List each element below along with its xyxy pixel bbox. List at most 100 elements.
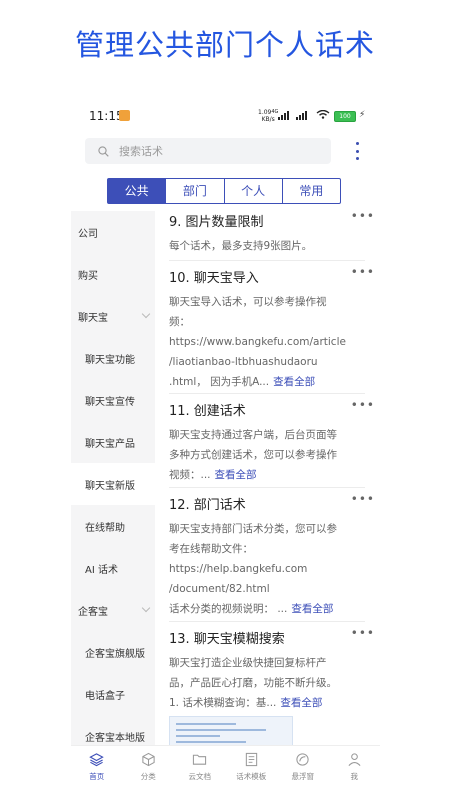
script-list: 9. 图片数量限制 ••• 每个话术，最多支持9张图片。 10. 聊天宝导入 •… bbox=[155, 211, 380, 745]
script-line: 多种方式创建话术，您可以参考操作 bbox=[169, 449, 337, 461]
sidebar-item-label: 企客宝 bbox=[78, 606, 108, 618]
script-card[interactable]: 10. 聊天宝导入 ••• 聊天宝导入话术，可以参考操作视 频： https:/… bbox=[169, 265, 374, 392]
sidebar-item-liaotianbao-promo[interactable]: 聊天宝宣传 bbox=[71, 379, 155, 421]
network-speed-value: 1.09 bbox=[258, 109, 272, 116]
sidebar-item-label: 电话盒子 bbox=[85, 690, 125, 702]
script-line: 话术分类的视频说明： ... bbox=[169, 603, 288, 615]
sidebar-item-label: 企客宝本地版 bbox=[85, 732, 145, 744]
more-icon[interactable]: ••• bbox=[351, 626, 375, 640]
script-line: /liaotianbao-ltbhuashudaoru bbox=[169, 356, 318, 368]
script-line: https://www.bangkefu.com/article bbox=[169, 336, 346, 348]
sidebar-item-company[interactable]: 公司 bbox=[71, 211, 155, 253]
wifi-icon bbox=[316, 110, 330, 119]
script-card[interactable]: 13. 聊天宝模糊搜索 ••• 聊天宝打造企业级快捷回复标杆产 品，产品匠心打磨… bbox=[169, 626, 374, 713]
nav-label: 我 bbox=[350, 772, 359, 781]
script-card[interactable]: 11. 创建话术 ••• 聊天宝支持通过客户端，后台页面等 多种方式创建话术，您… bbox=[169, 398, 374, 485]
script-line: 聊天宝支持部门话术分类，您可以参 bbox=[169, 523, 337, 535]
sidebar-item-label: 购买 bbox=[78, 270, 98, 282]
nav-label: 悬浮窗 bbox=[291, 772, 315, 781]
sidebar-item-qikebao-flagship[interactable]: 企客宝旗舰版 bbox=[71, 631, 155, 673]
script-title: 9. 图片数量限制 bbox=[169, 215, 264, 230]
template-icon bbox=[245, 752, 257, 767]
signal-icon bbox=[278, 111, 289, 120]
view-all-link[interactable]: 查看全部 bbox=[291, 603, 333, 615]
bottom-navigation: 首页 分类 云文档 话术模板 悬浮窗 我 bbox=[71, 745, 380, 790]
sidebar-item-ai-scripts[interactable]: AI 话术 bbox=[71, 547, 155, 589]
nav-label: 云文档 bbox=[188, 772, 212, 781]
nav-me[interactable]: 我 bbox=[329, 746, 381, 790]
script-title: 13. 聊天宝模糊搜索 bbox=[169, 632, 285, 647]
more-icon[interactable]: ••• bbox=[351, 265, 375, 279]
tab-public[interactable]: 公共 bbox=[108, 179, 166, 203]
script-body: 每个话术，最多支持9张图片。 bbox=[169, 236, 365, 256]
nav-category[interactable]: 分类 bbox=[123, 746, 175, 790]
search-bar[interactable] bbox=[85, 138, 331, 164]
nav-templates[interactable]: 话术模板 bbox=[226, 746, 278, 790]
sidebar-item-qikebao[interactable]: 企客宝 bbox=[71, 589, 155, 631]
nav-label: 首页 bbox=[89, 772, 105, 781]
script-body: 聊天宝导入话术，可以参考操作视 频： https://www.bangkefu.… bbox=[169, 292, 365, 392]
nav-float-window[interactable]: 悬浮窗 bbox=[277, 746, 329, 790]
script-line-last: 视频：... 查看全部 bbox=[169, 465, 365, 485]
script-line: .html， 因为手机A... bbox=[169, 376, 270, 388]
script-card[interactable]: 12. 部门话术 ••• 聊天宝支持部门话术分类，您可以参 考在线帮助文件： h… bbox=[169, 492, 374, 619]
status-bar: 11:15 1.094G KB/s 100 ⚡ bbox=[71, 100, 380, 130]
chevron-down-icon bbox=[141, 603, 151, 613]
view-all-link[interactable]: 查看全部 bbox=[215, 469, 257, 481]
sidebar-item-phone-box[interactable]: 电话盒子 bbox=[71, 673, 155, 715]
charging-icon: ⚡ bbox=[359, 110, 366, 120]
tab-department[interactable]: 部门 bbox=[165, 179, 223, 203]
sidebar-item-purchase[interactable]: 购买 bbox=[71, 253, 155, 295]
script-line: 考在线帮助文件： bbox=[169, 543, 253, 555]
script-line: https://help.bangkefu.com bbox=[169, 563, 308, 575]
script-line-last: 1. 话术模糊查询：基... 查看全部 bbox=[169, 693, 365, 713]
more-icon[interactable]: ••• bbox=[351, 398, 375, 412]
nav-home[interactable]: 首页 bbox=[71, 746, 123, 790]
sidebar-item-label: AI 话术 bbox=[85, 564, 118, 576]
view-all-link[interactable]: 查看全部 bbox=[280, 697, 322, 709]
script-card[interactable]: 9. 图片数量限制 ••• 每个话术，最多支持9张图片。 bbox=[169, 211, 374, 256]
battery-icon: 100 bbox=[334, 111, 356, 122]
phone-screen: 11:15 1.094G KB/s 100 ⚡ 公共 部门 个人 常用 公司 购… bbox=[71, 100, 380, 790]
tab-frequent[interactable]: 常用 bbox=[281, 179, 340, 203]
script-title: 11. 创建话术 bbox=[169, 404, 246, 419]
more-icon[interactable]: ••• bbox=[351, 211, 375, 223]
script-line: 频： bbox=[169, 316, 190, 328]
sidebar-item-label: 公司 bbox=[78, 228, 98, 240]
divider bbox=[169, 621, 365, 622]
sidebar-item-liaotianbao[interactable]: 聊天宝 bbox=[71, 295, 155, 337]
category-sidebar: 公司 购买 聊天宝 聊天宝功能 聊天宝宣传 聊天宝产品 聊天宝新版 在线帮助 A… bbox=[71, 211, 155, 745]
network-speed-unit: KB/s bbox=[261, 116, 275, 123]
nav-label: 话术模板 bbox=[236, 772, 267, 781]
app-notification-icon bbox=[119, 110, 130, 121]
tab-personal[interactable]: 个人 bbox=[223, 179, 282, 203]
nav-cloud-docs[interactable]: 云文档 bbox=[174, 746, 226, 790]
divider bbox=[169, 393, 365, 394]
script-line: /document/82.html bbox=[169, 583, 270, 595]
sidebar-item-label: 在线帮助 bbox=[85, 522, 125, 534]
folder-icon bbox=[193, 754, 207, 765]
script-body: 聊天宝支持部门话术分类，您可以参 考在线帮助文件： https://help.b… bbox=[169, 519, 365, 619]
sidebar-item-qikebao-local[interactable]: 企客宝本地版 bbox=[71, 715, 155, 745]
more-icon[interactable]: ••• bbox=[351, 492, 375, 506]
sidebar-item-online-help[interactable]: 在线帮助 bbox=[71, 505, 155, 547]
sidebar-item-liaotianbao-products[interactable]: 聊天宝产品 bbox=[71, 421, 155, 463]
script-line-last: .html， 因为手机A... 查看全部 bbox=[169, 372, 365, 392]
sidebar-item-label: 聊天宝功能 bbox=[85, 354, 135, 366]
script-line: 聊天宝导入话术，可以参考操作视 bbox=[169, 296, 327, 308]
category-tabs: 公共 部门 个人 常用 bbox=[107, 178, 341, 204]
sidebar-item-label: 企客宝旗舰版 bbox=[85, 648, 145, 660]
sidebar-item-liaotianbao-new[interactable]: 聊天宝新版 bbox=[71, 463, 155, 505]
sidebar-item-label: 聊天宝 bbox=[78, 312, 108, 324]
promo-headline: 管理公共部门个人话术 bbox=[74, 28, 375, 62]
view-all-link[interactable]: 查看全部 bbox=[273, 376, 315, 388]
more-options-icon[interactable] bbox=[354, 142, 360, 160]
search-input[interactable] bbox=[117, 143, 321, 159]
script-line: 聊天宝支持通过客户端，后台页面等 bbox=[169, 429, 337, 441]
sidebar-item-liaotianbao-features[interactable]: 聊天宝功能 bbox=[71, 337, 155, 379]
script-body: 聊天宝支持通过客户端，后台页面等 多种方式创建话术，您可以参考操作 视频：...… bbox=[169, 425, 365, 485]
person-icon bbox=[348, 753, 361, 766]
search-icon bbox=[98, 145, 109, 157]
script-image-thumbnail[interactable] bbox=[169, 716, 293, 745]
script-title: 12. 部门话术 bbox=[169, 498, 246, 513]
